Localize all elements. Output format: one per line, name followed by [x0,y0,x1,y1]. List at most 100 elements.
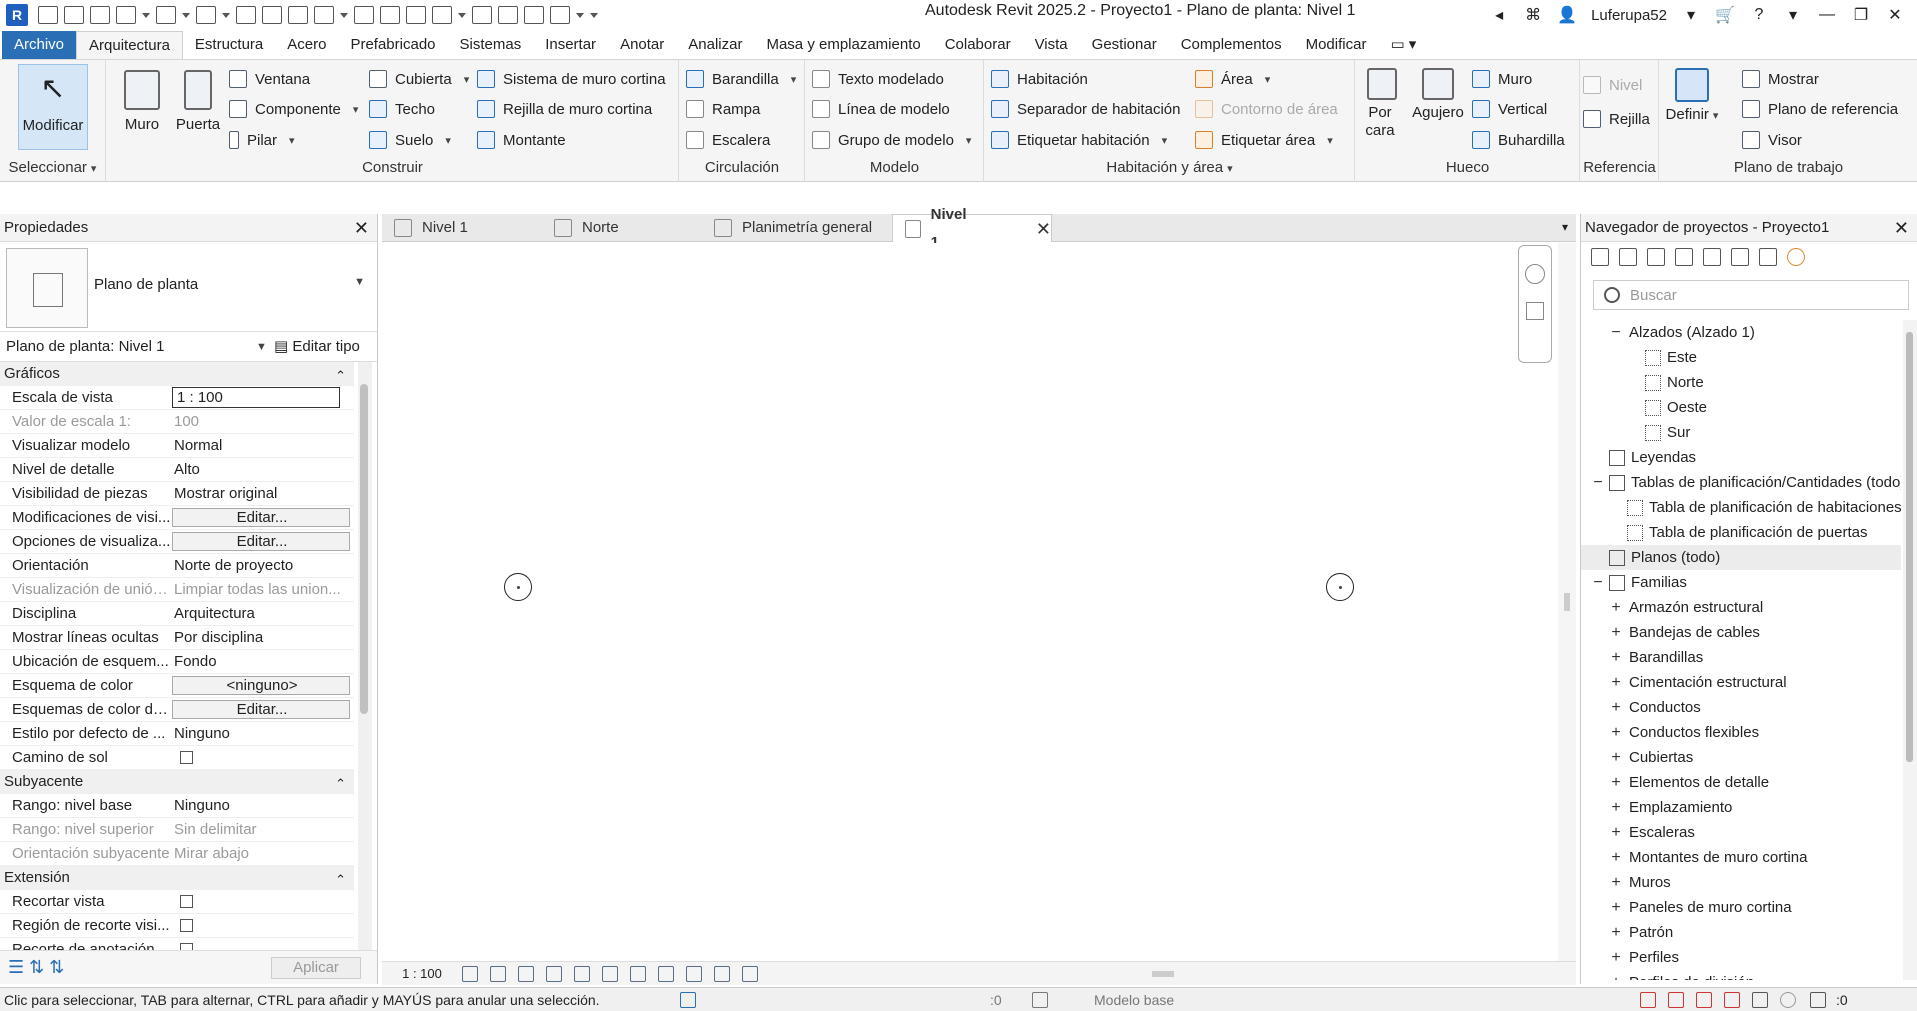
tab-archivo[interactable]: Archivo [2,31,77,59]
filter-icon[interactable] [1810,992,1826,1008]
browser-node[interactable]: + Patrón [1581,920,1901,945]
dimension-dropdown-icon[interactable] [340,6,348,24]
browser-node[interactable]: Tabla de planificación de puertas [1581,520,1901,545]
browser-node[interactable]: Norte [1581,370,1901,395]
browser-scrollbar[interactable] [1903,320,1917,980]
revit-logo[interactable]: R [6,4,28,26]
tab-anotar[interactable]: Anotar [608,31,676,59]
steering-wheel-icon[interactable] [1525,264,1545,284]
unlock-view-icon[interactable] [630,965,646,982]
property-value[interactable]: Normal [172,434,354,457]
by-face-button[interactable]: Por cara [1360,68,1404,140]
worksets-icon[interactable] [680,992,696,1008]
property-value[interactable]: Fondo [172,650,354,673]
tab-colaborar[interactable]: Colaborar [933,31,1023,59]
text-icon[interactable] [406,6,426,24]
browser-node[interactable]: Tabla de planificación de habitaciones [1581,495,1901,520]
sync-icon[interactable] [116,6,136,24]
show-workplane-button[interactable]: Mostrar [1742,70,1819,88]
collapse-icon[interactable]: − [1609,320,1623,345]
property-value[interactable]: Norte de proyecto [172,554,354,577]
select-links-icon[interactable] [1640,992,1656,1008]
view-scale[interactable]: 1 : 100 [382,966,462,981]
property-edit-button[interactable]: Editar... [172,532,350,551]
browser-node[interactable]: + Bandejas de cables [1581,620,1901,645]
windows-dropdown-icon[interactable] [576,6,584,24]
expand-icon[interactable]: + [1609,845,1623,870]
reveal-hidden-icon[interactable] [686,965,702,982]
zoom-icon[interactable] [1526,302,1544,320]
view-tab-planimetria[interactable]: Planimetría general [702,214,892,242]
instance-filter-select[interactable]: Plano de planta: Nivel 1 [6,338,164,355]
property-group-header[interactable]: Extensión [0,866,354,892]
browser-node[interactable]: + Elementos de detalle [1581,770,1901,795]
expand-icon[interactable]: + [1609,970,1623,980]
select-pinned-icon[interactable] [1696,992,1712,1008]
view-tab-nivel1-active[interactable]: Nivel 1 ✕ [892,206,1052,251]
viewer-button[interactable]: Visor [1742,131,1802,149]
design-options-icon[interactable] [1032,992,1048,1008]
ceiling-button[interactable]: Techo [369,100,435,118]
roof-button[interactable]: Cubierta [369,70,469,88]
browser-links-icon[interactable] [1759,248,1777,266]
temporary-properties-icon[interactable] [714,965,730,982]
browser-node[interactable]: + Muros [1581,870,1901,895]
browser-node[interactable]: + Cubiertas [1581,745,1901,770]
properties-scrollbar[interactable] [358,362,372,950]
expand-icon[interactable]: + [1609,645,1623,670]
room-separator-button[interactable]: Separador de habitación [991,100,1180,118]
shadows-icon[interactable] [546,965,562,982]
minimize-icon[interactable]: — [1817,6,1837,24]
model-group-button[interactable]: Grupo de modelo [812,131,971,149]
close-hidden-icon[interactable] [524,6,544,24]
close-properties-icon[interactable]: ✕ [354,214,369,242]
help-dropdown-icon[interactable]: ▾ [1783,5,1803,25]
tag-area-button[interactable]: Etiquetar área [1195,131,1333,149]
tab-masa[interactable]: Masa y emplazamiento [754,31,932,59]
browser-node[interactable]: Oeste [1581,395,1901,420]
select-by-face-icon[interactable] [1724,992,1740,1008]
browser-node[interactable]: + Escaleras [1581,820,1901,845]
browser-sheets-icon[interactable] [1647,248,1665,266]
area-boundary-button[interactable]: Contorno de área [1195,100,1338,118]
cart-icon[interactable]: 🛒 [1715,5,1735,25]
temporary-hide-icon[interactable] [658,965,674,982]
tab-acero[interactable]: Acero [275,31,338,59]
canvas-hscroll-thumb[interactable] [1152,971,1174,977]
expand-icon[interactable]: + [1609,620,1623,645]
expand-icon[interactable]: + [1609,670,1623,695]
sync-dropdown-icon[interactable] [142,6,150,24]
apply-button[interactable]: Aplicar [271,957,361,979]
expand-icon[interactable]: + [1609,745,1623,770]
browser-home-icon[interactable] [1591,248,1609,266]
user-dropdown-icon[interactable]: ▾ [1681,5,1701,25]
browser-node[interactable]: + Paneles de muro cortina [1581,895,1901,920]
drawing-canvas[interactable] [382,243,1576,961]
browser-groups-icon[interactable] [1731,248,1749,266]
collapse-icon[interactable]: − [1591,570,1605,595]
tag-room-button[interactable]: Etiquetar habitación [991,131,1167,149]
expand-icon[interactable]: + [1609,920,1623,945]
print-icon[interactable] [236,6,256,24]
view-tab-nivel1[interactable]: Nivel 1 [382,214,542,242]
arrow-left-icon[interactable]: ◂ [1489,5,1509,25]
sort-icons[interactable]: ☰ ⇅ ⇅ [8,957,64,978]
binoculars-icon[interactable]: ⌘ [1523,5,1543,25]
tab-vista[interactable]: Vista [1023,31,1080,59]
tab-prefabricado[interactable]: Prefabricado [338,31,447,59]
browser-views-icon[interactable] [1619,248,1637,266]
property-checkbox[interactable] [180,943,193,950]
browser-node[interactable]: + Cimentación estructural [1581,670,1901,695]
curtain-grid-button[interactable]: Rejilla de muro cortina [477,100,652,118]
tab-estructura[interactable]: Estructura [183,31,275,59]
tab-gestionar[interactable]: Gestionar [1080,31,1169,59]
tab-arquitectura[interactable]: Arquitectura [76,31,183,59]
property-edit-button[interactable]: Editar... [172,700,350,719]
level-button[interactable]: Nivel [1583,76,1642,94]
drag-elements-icon[interactable] [1752,992,1768,1008]
select-underlay-icon[interactable] [1668,992,1684,1008]
browser-node[interactable]: + Montantes de muro cortina [1581,845,1901,870]
elevation-marker-east[interactable] [1326,573,1354,601]
property-value[interactable]: Ninguno [172,722,354,745]
browser-node[interactable]: + Conductos [1581,695,1901,720]
